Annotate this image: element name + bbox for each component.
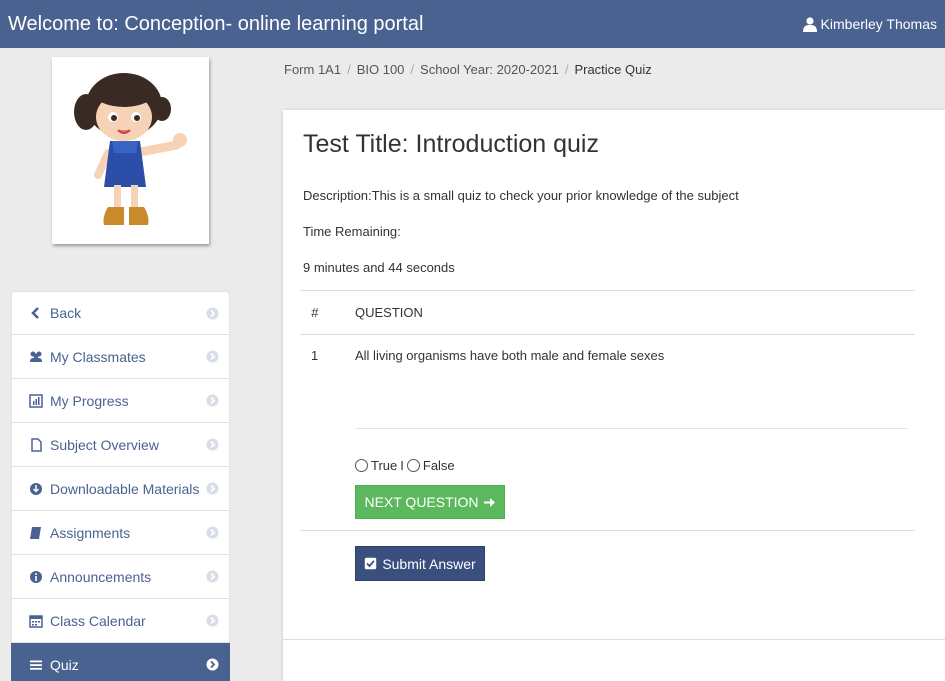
option-separator: I [400,458,404,473]
chevron-circle-right-icon [206,350,219,363]
sidebar-item-label: My Classmates [50,348,146,365]
list-icon [28,657,44,673]
chevron-circle-right-icon [206,614,219,627]
sidebar-item-my-progress[interactable]: My Progress [11,379,230,423]
check-square-icon [365,557,377,570]
sidebar-item-label: Announcements [50,568,152,585]
breadcrumb-separator: / [564,62,569,77]
sidebar-item-subject-overview[interactable]: Subject Overview [11,423,230,467]
table-divider [300,530,915,531]
sidebar-menu: Back My Classmates My Progress Subject O… [11,291,230,681]
panel-footer-divider [283,639,945,640]
sidebar-item-class-calendar[interactable]: Class Calendar [11,599,230,643]
sidebar-item-back[interactable]: Back [11,291,230,335]
file-icon [28,437,44,453]
user-name: Kimberley Thomas [820,16,937,32]
user-menu[interactable]: Kimberley Thomas [802,16,937,32]
table-header-question: QUESTION [355,305,423,320]
arrow-right-icon [483,497,495,507]
table-divider [300,334,915,335]
true-radio[interactable] [355,459,368,472]
users-icon [28,349,44,365]
sidebar-item-label: Back [50,305,82,321]
breadcrumb-item[interactable]: Form 1A1 [284,62,341,77]
chevron-left-icon [28,305,44,321]
chevron-circle-right-icon [206,482,219,495]
chevron-circle-right-icon [206,438,219,451]
chevron-circle-right-icon [206,307,219,320]
sidebar-item-label: Subject Overview [50,436,159,453]
table-header-number: # [311,305,319,320]
sidebar-item-downloadable-materials[interactable]: Downloadable Materials [11,467,230,511]
quiz-panel: Test Title: Introduction quiz Descriptio… [283,110,945,681]
calendar-icon [28,613,44,629]
breadcrumb-separator: / [347,62,351,77]
user-icon [802,16,817,32]
sidebar-item-assignments[interactable]: Assignments [11,511,230,555]
time-remaining-value: 9 minutes and 44 seconds [303,260,455,275]
next-question-button[interactable]: NEXT QUESTION [355,485,505,519]
next-question-label: NEXT QUESTION [364,494,479,510]
breadcrumb-item[interactable]: BIO 100 [357,62,405,77]
info-icon [28,569,44,585]
sidebar-item-label: My Progress [50,392,129,409]
sidebar-item-label: Downloadable Materials [50,480,200,497]
submit-answer-button[interactable]: Submit Answer [355,546,485,581]
chevron-circle-right-icon [206,658,219,671]
sidebar-item-label: Quiz [50,656,79,673]
test-title: Test Title: Introduction quiz [303,130,599,158]
test-description: Description:This is a small quiz to chec… [303,188,739,203]
chevron-circle-right-icon [206,526,219,539]
sidebar-item-label: Class Calendar [50,612,146,629]
breadcrumb-item[interactable]: School Year: 2020-2021 [420,62,559,77]
submit-answer-label: Submit Answer [382,555,476,572]
download-icon [28,481,44,497]
answer-options: True I False [355,458,455,473]
false-label[interactable]: False [423,458,455,473]
sidebar-item-my-classmates[interactable]: My Classmates [11,335,230,379]
student-avatar [52,57,209,244]
book-icon [28,525,44,541]
false-radio[interactable] [406,459,420,472]
question-text: All living organisms have both male and … [355,348,665,363]
sidebar-item-announcements[interactable]: Announcements [11,555,230,599]
breadcrumb: Form 1A1 / BIO 100 / School Year: 2020-2… [284,62,652,77]
table-divider [300,290,915,291]
sidebar-item-quiz[interactable]: Quiz [11,643,230,681]
bar-chart-icon [28,393,44,409]
portal-title: Welcome to: Conception- online learning … [8,13,424,35]
question-number: 1 [311,348,319,363]
time-remaining-label: Time Remaining: [303,224,401,239]
true-label[interactable]: True [371,458,397,473]
chevron-circle-right-icon [206,570,219,583]
chevron-circle-right-icon [206,394,219,407]
breadcrumb-current: Practice Quiz [574,62,652,77]
top-navbar: Welcome to: Conception- online learning … [0,0,945,48]
sidebar-item-label: Assignments [50,524,131,541]
breadcrumb-separator: / [410,62,415,77]
question-divider [355,428,908,429]
